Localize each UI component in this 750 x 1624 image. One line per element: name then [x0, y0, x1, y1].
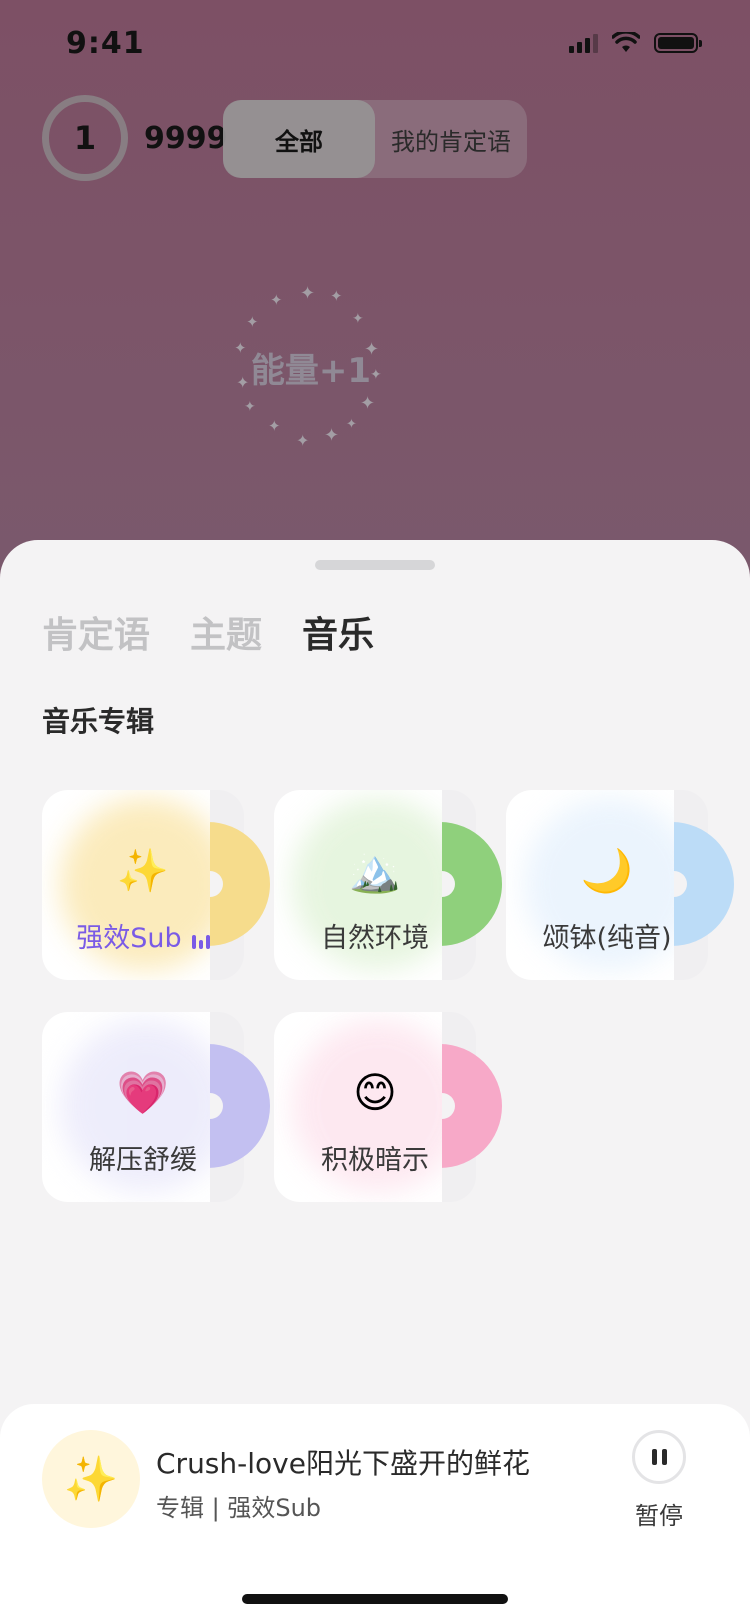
affirmation-filter: 全部 我的肯定语	[223, 100, 527, 178]
sheet-tabs: 肯定语 主题 音乐	[42, 606, 374, 658]
sparkle-icon: ✦	[360, 393, 376, 414]
tab-affirmations[interactable]: 肯定语	[42, 606, 150, 658]
sparkles-icon: ✨	[116, 846, 170, 895]
energy-plus-one-indicator: ✦ ✦ ✦ ✦ ✦ ✦ ✦ ✦ ✦ ✦ ✦ ✦ ✦ ✦ ✦ 能量+1	[226, 283, 396, 453]
affirmation-counter-ring[interactable]: 1	[42, 95, 128, 181]
status-bar: 9:41	[0, 0, 750, 90]
counter-row: 1 9999	[42, 95, 228, 181]
sparkle-icon: ✦	[300, 283, 316, 304]
pause-icon	[651, 1449, 667, 1465]
mountain-icon: 🏔️	[348, 846, 402, 895]
segment-all[interactable]: 全部	[223, 100, 375, 178]
smiling-face-icon: 😊	[353, 1068, 397, 1117]
album-card[interactable]: 🏔️ 自然环境	[274, 790, 502, 980]
tab-themes[interactable]: 主题	[190, 606, 262, 658]
album-title: 解压舒缓	[89, 1145, 197, 1176]
sparkle-icon: ✦	[352, 311, 364, 327]
album-title: 自然环境	[321, 923, 429, 954]
heart-icon: 💗	[116, 1068, 170, 1117]
sparkle-icon: ✦	[246, 313, 259, 331]
player-cover-sparkles-icon: ✨	[42, 1430, 140, 1528]
sparkle-icon: ✦	[296, 431, 310, 450]
album-title: 颂钵(纯音)	[542, 923, 672, 954]
home-indicator[interactable]	[242, 1594, 508, 1604]
track-album: 专辑 | 强效Sub	[156, 1494, 322, 1522]
wifi-icon	[612, 32, 640, 52]
sparkle-icon: ✦	[270, 291, 283, 309]
album-card[interactable]: ✨ 强效Sub	[42, 790, 270, 980]
sparkle-icon: ✦	[244, 399, 256, 415]
cellular-signal-icon	[569, 33, 598, 53]
album-card[interactable]: 💗 解压舒缓	[42, 1012, 270, 1202]
sparkle-icon: ✦	[330, 287, 343, 305]
sparkle-icon: ✦	[324, 425, 340, 446]
battery-icon	[654, 33, 702, 53]
album-card[interactable]: 😊 积极暗示	[274, 1012, 502, 1202]
counter-current: 1	[73, 119, 97, 157]
counter-total: 9999	[144, 120, 228, 156]
energy-text: 能量+1	[250, 351, 372, 391]
pause-label: 暂停	[635, 1502, 683, 1530]
status-time: 9:41	[66, 26, 145, 61]
section-title: 音乐专辑	[42, 705, 155, 738]
album-title: 积极暗示	[321, 1145, 429, 1176]
mini-player[interactable]: ✨ Crush-love阳光下盛开的鲜花 专辑 | 强效Sub 暂停	[0, 1404, 750, 1624]
sparkle-icon: ✦	[268, 417, 281, 435]
sparkle-icon: ✦	[346, 417, 357, 432]
album-title: 强效Sub	[76, 923, 182, 954]
track-title: Crush-love阳光下盛开的鲜花	[156, 1447, 530, 1480]
now-playing-equalizer-icon	[191, 931, 210, 949]
crescent-moon-icon: 🌙	[580, 846, 634, 895]
album-label: 强效Sub	[42, 916, 244, 955]
album-card[interactable]: 🌙 颂钵(纯音)	[506, 790, 734, 980]
status-icons	[569, 32, 702, 54]
tab-music[interactable]: 音乐	[302, 606, 374, 658]
pause-button[interactable]	[632, 1430, 686, 1484]
sheet-drag-handle[interactable]	[315, 560, 435, 570]
segment-my-affirmations[interactable]: 我的肯定语	[375, 100, 527, 178]
